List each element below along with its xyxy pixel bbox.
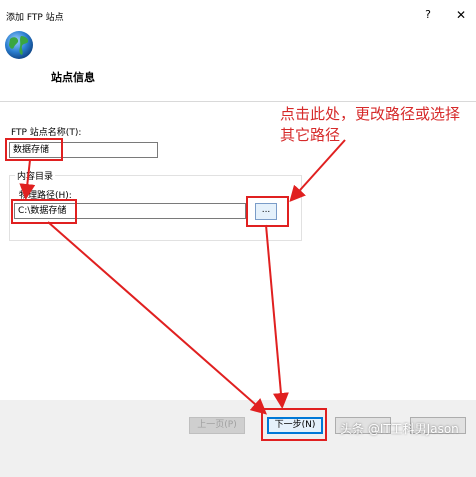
previous-button[interactable]: 上一页(P) (189, 417, 245, 434)
watermark: 头条 @IT工科男Jason (340, 422, 459, 436)
close-icon[interactable]: ✕ (451, 5, 471, 25)
next-button[interactable]: 下一步(N) (267, 417, 323, 434)
physical-path-input[interactable]: C:\数据存储 (14, 203, 246, 219)
content-directory-label: 内容目录 (15, 169, 56, 182)
wizard-header (0, 30, 476, 102)
physical-path-label: 物理路径(H): (19, 191, 72, 201)
add-ftp-site-dialog: 添加 FTP 站点 ? ✕ 站点信息 点击此处，更改路径或选择其它路径 FTP … (0, 0, 476, 477)
arrow-path-to-next (47, 221, 268, 415)
browse-button[interactable]: ... (255, 203, 277, 220)
title-bar: 添加 FTP 站点 ? ✕ (0, 0, 476, 30)
site-name-label: FTP 站点名称(T): (11, 128, 82, 138)
header-title: 站点信息 (51, 71, 95, 84)
wizard-footer (0, 400, 476, 477)
annotation-text: 点击此处，更改路径或选择其它路径 (280, 105, 461, 144)
site-name-input[interactable]: 数据存储 (9, 142, 158, 158)
globe-icon (4, 30, 34, 60)
window-title: 添加 FTP 站点 (6, 13, 64, 23)
arrow-browse-to-next (265, 224, 289, 409)
help-button[interactable]: ? (418, 5, 438, 25)
